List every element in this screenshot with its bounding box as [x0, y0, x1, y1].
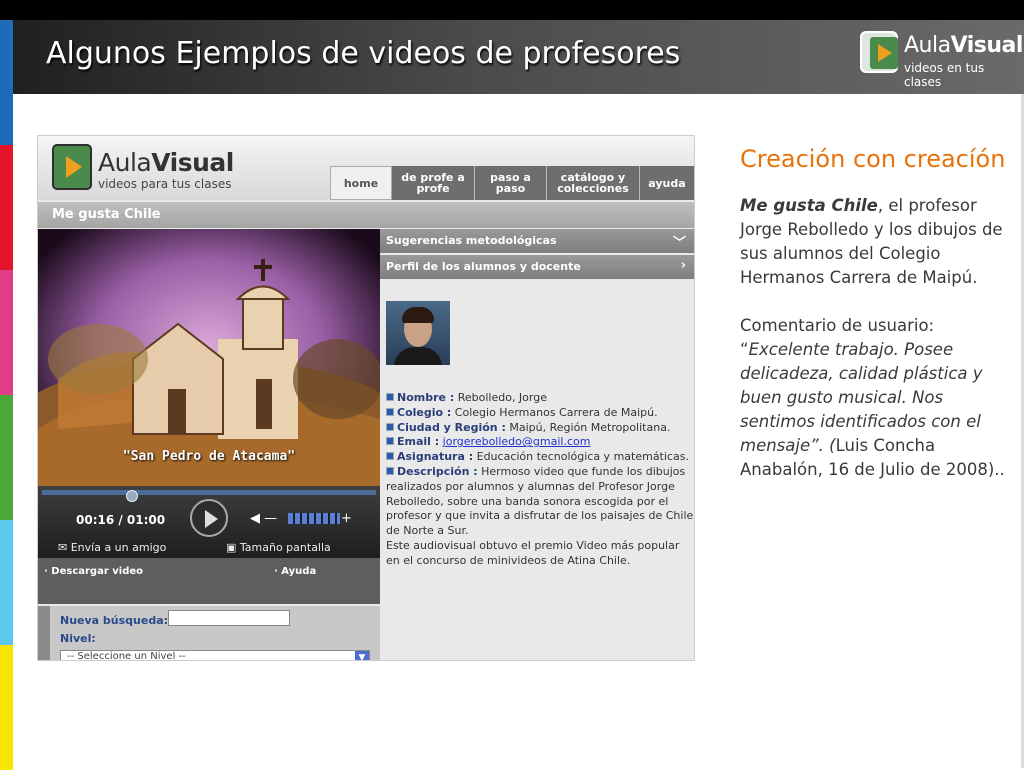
slide-text-column: Creación con creacíón Me gusta Chile, el… [740, 142, 1008, 506]
accordion-perfil[interactable]: Perfil de los alumnos y docente › [380, 255, 694, 279]
download-video-link[interactable]: · Descargar video [44, 566, 143, 577]
video-still-image [38, 229, 380, 486]
site-nav: home de profe a profe paso a paso catálo… [330, 166, 694, 200]
envelope-icon: ✉ [58, 541, 71, 554]
color-stripe [0, 20, 13, 145]
fullscreen-link[interactable]: ▣ Tamaño pantalla [226, 541, 331, 554]
color-stripe [0, 145, 13, 270]
nav-tab-paso-a-paso[interactable]: paso a paso [475, 166, 547, 200]
volume-up-icon[interactable]: + [341, 511, 352, 526]
slide-body: Me gusta Chile, el profesor Jorge Reboll… [740, 194, 1008, 482]
site-logo[interactable]: AulaVisual videos para tus clases [52, 144, 234, 194]
section-heading: Creación con creacíón [740, 145, 1006, 173]
new-search-label: Nueva búsqueda: [60, 614, 169, 627]
top-black-bar [0, 0, 1024, 20]
slide-title: Algunos Ejemplos de videos de profesores [46, 36, 681, 71]
screen-icon: ▣ [226, 541, 240, 554]
level-label: Nivel: [60, 632, 96, 645]
bullet-icon [386, 407, 394, 416]
info-sidebar: Sugerencias metodológicas ﹀ Perfil de los… [380, 229, 694, 660]
video-caption: "San Pedro de Atacama" [122, 449, 296, 464]
video-player-controls: 00:16 / 01:00 ◀ — + ✉ Envía a un amigo ▣… [38, 486, 380, 558]
search-panel: Nueva búsqueda: Nivel: -- Seleccione un … [38, 606, 380, 660]
chevron-down-icon: ▼ [355, 651, 369, 660]
logo-tagline: videos en tus clases [904, 61, 985, 89]
play-logo-icon [52, 144, 92, 190]
color-stripe [0, 270, 13, 395]
volume-icon[interactable]: ◀ — [250, 511, 277, 526]
play-button[interactable] [190, 499, 228, 537]
video-description: Me gusta Chile, el profesor Jorge Reboll… [740, 196, 1003, 287]
chevron-right-icon: › [680, 258, 686, 273]
color-stripes [0, 20, 13, 770]
bullet-icon [386, 452, 394, 461]
color-stripe [0, 645, 13, 770]
site-page-title: Me gusta Chile [38, 202, 694, 228]
video-progress-bar[interactable] [42, 490, 376, 502]
share-link[interactable]: ✉ Envía a un amigo [58, 541, 166, 554]
teacher-profile: Nombre : Rebolledo, Jorge Colegio : Cole… [386, 391, 694, 567]
award-text: Este audiovisual obtuvo el premio Video … [386, 538, 680, 567]
level-select[interactable]: -- Seleccione un Nivel -- ▼ [60, 650, 370, 660]
bullet-icon [386, 466, 394, 475]
aulavisual-logo: AulaVisual videos en tus clases [858, 31, 1023, 89]
website-screenshot: AulaVisual videos para tus clases home d… [37, 135, 695, 661]
video-links-bar: · Descargar video · Ayuda [38, 558, 380, 604]
site-logo-tagline: videos para tus clases [98, 177, 232, 191]
play-icon [205, 510, 218, 528]
teacher-photo [386, 301, 450, 365]
color-stripe [0, 395, 13, 520]
color-stripe [0, 520, 13, 645]
site-logo-wordmark: AulaVisual [98, 148, 234, 177]
accordion-sugerencias[interactable]: Sugerencias metodológicas ﹀ [380, 229, 694, 253]
video-time: 00:16 / 01:00 [76, 513, 166, 527]
play-logo-icon [860, 31, 898, 73]
site-header: AulaVisual videos para tus clases home d… [38, 136, 694, 200]
email-link[interactable]: jorgerebolledo@gmail.com [443, 435, 591, 448]
bullet-icon [386, 422, 394, 431]
nav-tab-catalogo[interactable]: catálogo y colecciones [547, 166, 640, 200]
nav-tab-home[interactable]: home [330, 166, 392, 200]
progress-knob[interactable] [126, 490, 139, 502]
help-link[interactable]: · Ayuda [274, 566, 316, 577]
chevron-down-icon: ﹀ [672, 236, 686, 251]
user-comment: Comentario de usuario: “Excelente trabaj… [740, 316, 1005, 479]
nav-tab-ayuda[interactable]: ayuda [640, 166, 694, 200]
bullet-icon [386, 393, 394, 401]
video-frame[interactable]: "San Pedro de Atacama" [38, 229, 380, 486]
bullet-icon [386, 437, 394, 446]
volume-slider[interactable] [288, 513, 340, 524]
search-input[interactable] [168, 610, 290, 626]
nav-tab-de-profe-a-profe[interactable]: de profe a profe [392, 166, 475, 200]
logo-wordmark: AulaVisual [904, 33, 1023, 58]
